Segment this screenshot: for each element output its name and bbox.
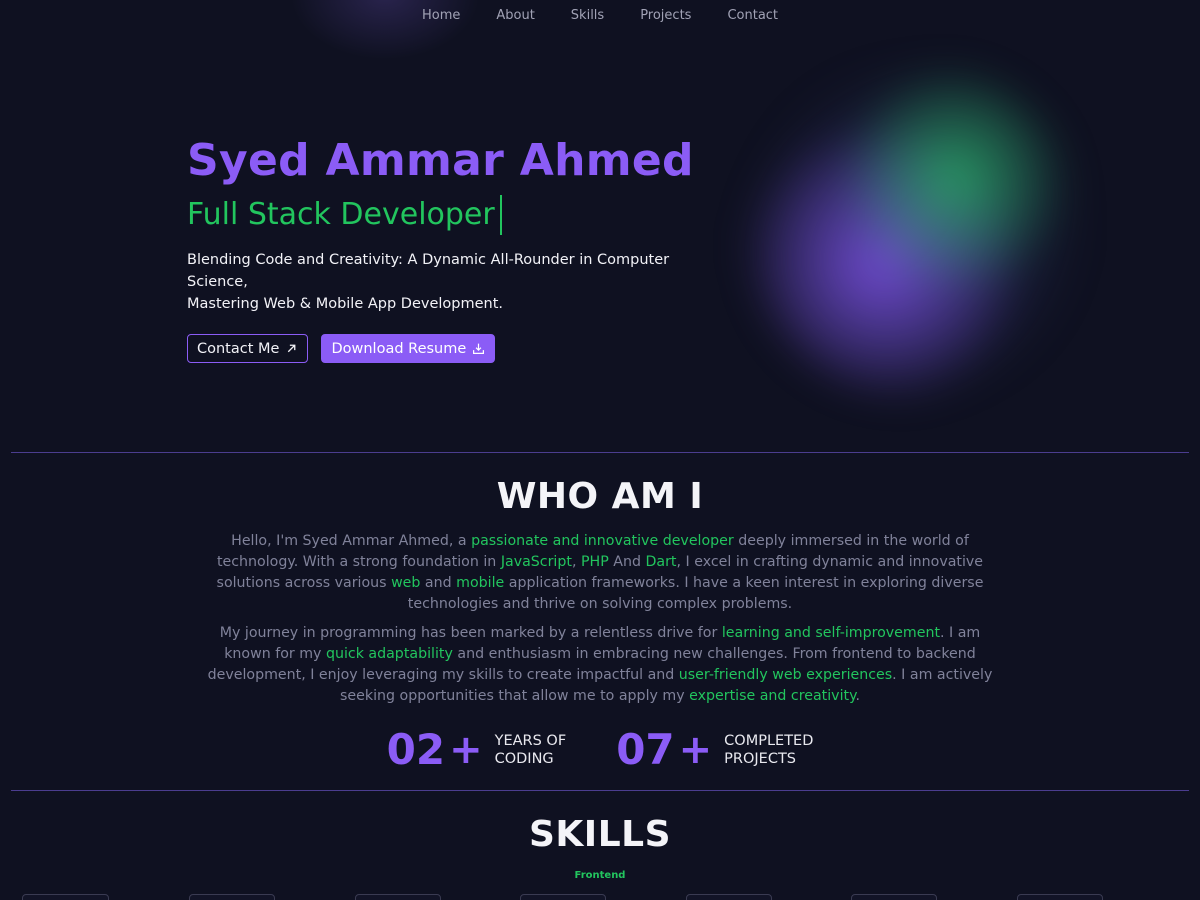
highlighted-text: web: [391, 575, 421, 591]
nav-projects[interactable]: Projects: [640, 8, 691, 23]
skill-card: [189, 894, 275, 900]
stat-projects-label-line2: Projects: [724, 751, 797, 767]
skill-card: [355, 894, 441, 900]
download-resume-label: Download Resume: [331, 340, 467, 357]
stat-years: 02 + Years of Coding: [386, 725, 567, 774]
body-text: And: [608, 554, 646, 570]
highlighted-text: JavaScript: [500, 554, 572, 570]
section-divider: [11, 790, 1189, 791]
skills-title: SKILLS: [528, 814, 672, 855]
about-text: Hello, I'm Syed Ammar Ahmed, a passionat…: [195, 531, 1005, 715]
highlighted-text: mobile: [456, 575, 505, 591]
body-text: and: [420, 575, 457, 591]
arrow-up-right-icon: [288, 344, 296, 353]
highlighted-text: expertise and creativity: [689, 688, 856, 704]
skill-card: [22, 894, 109, 900]
highlighted-text: Dart: [645, 554, 677, 570]
hero-section: Syed Ammar Ahmed Full Stack Developer Bl…: [187, 135, 787, 363]
skill-card: [1017, 894, 1103, 900]
typing-cursor: [499, 195, 502, 235]
hero-tagline-line2: Mastering Web & Mobile App Development.: [187, 296, 504, 312]
about-paragraph-1: Hello, I'm Syed Ammar Ahmed, a passionat…: [195, 531, 1005, 615]
skill-card: [851, 894, 937, 900]
highlighted-text: learning and self-improvement: [721, 625, 941, 641]
hero-name: Syed Ammar Ahmed: [187, 135, 694, 186]
skill-card: [520, 894, 606, 900]
nav-skills[interactable]: Skills: [571, 8, 604, 23]
body-text: Hello, I'm Syed Ammar Ahmed, a: [231, 533, 472, 549]
stat-years-label: Years of Coding: [495, 732, 567, 768]
stat-projects-number: 07: [616, 725, 675, 774]
about-title: WHO AM I: [496, 476, 704, 517]
body-text: My journey in programming has been marke…: [219, 625, 722, 641]
body-text: .: [855, 688, 860, 704]
section-divider: [11, 452, 1189, 453]
nav-home[interactable]: Home: [422, 8, 460, 23]
stat-projects-label: Completed Projects: [724, 732, 813, 768]
stat-projects-label-line1: Completed: [724, 733, 814, 749]
hero-buttons: Contact Me Download Resume: [187, 334, 787, 363]
skills-category-frontend: Frontend: [574, 870, 626, 881]
nav-contact[interactable]: Contact: [727, 8, 778, 23]
download-resume-button[interactable]: Download Resume: [321, 334, 496, 363]
stat-years-label-line1: Years of: [494, 733, 567, 749]
hero-role: Full Stack Developer: [187, 195, 502, 235]
highlighted-text: quick adaptability: [325, 646, 453, 662]
top-nav: Home About Skills Projects Contact: [0, 0, 1200, 30]
contact-me-button[interactable]: Contact Me: [187, 334, 309, 363]
stats-row: 02 + Years of Coding 07 + Completed Proj…: [0, 725, 1200, 774]
skill-card: [686, 894, 772, 900]
hero-role-text: Full Stack Developer: [187, 197, 495, 232]
stat-years-label-line2: Coding: [494, 751, 554, 767]
about-paragraph-2: My journey in programming has been marke…: [195, 623, 1005, 707]
highlighted-text: user-friendly web experiences: [678, 667, 893, 683]
highlighted-text: PHP: [580, 554, 609, 570]
download-icon: [473, 343, 485, 354]
stat-years-plus: +: [449, 727, 483, 773]
body-text: ,: [571, 554, 581, 570]
hero-gradient-blob: [745, 60, 1085, 400]
stat-projects: 07 + Completed Projects: [616, 725, 813, 774]
stat-years-number: 02: [386, 725, 446, 774]
hero-tagline: Blending Code and Creativity: A Dynamic …: [187, 249, 707, 315]
contact-me-label: Contact Me: [197, 340, 280, 357]
hero-tagline-line1: Blending Code and Creativity: A Dynamic …: [187, 252, 670, 290]
stat-projects-plus: +: [678, 727, 713, 773]
highlighted-text: passionate and innovative developer: [471, 533, 734, 549]
nav-about[interactable]: About: [496, 8, 534, 23]
